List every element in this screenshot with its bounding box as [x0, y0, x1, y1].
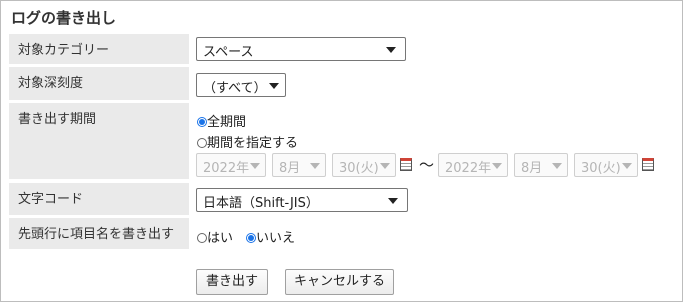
- period-option-all-label: 全期間: [207, 115, 247, 130]
- encoding-select[interactable]: 日本語（Shift-JIS）: [196, 188, 408, 212]
- header-row-option-yes-label: はい: [207, 231, 234, 246]
- chevron-down-icon: [269, 83, 279, 89]
- from-year-value: 2022年: [203, 161, 250, 176]
- chevron-down-icon: [492, 163, 502, 169]
- cancel-button[interactable]: キャンセルする: [285, 269, 394, 295]
- period-option-range[interactable]: 期間を指定する: [197, 132, 298, 151]
- from-day-select[interactable]: 30(火): [332, 153, 396, 177]
- date-range-separator: ～: [419, 156, 435, 174]
- page-title: ログの書き出し: [11, 9, 117, 27]
- chevron-down-icon: [310, 163, 320, 169]
- chevron-down-icon: [386, 47, 396, 53]
- to-month-value: 8月: [521, 161, 543, 176]
- category-select[interactable]: スペース: [196, 37, 406, 61]
- export-log-panel: ログの書き出し 対象カテゴリー スペース 対象深刻度 （すべて） 書き出す期間 …: [0, 0, 683, 302]
- encoding-select-value: 日本語（Shift-JIS）: [203, 196, 319, 211]
- to-day-value: 30(火): [581, 161, 621, 176]
- calendar-icon[interactable]: [400, 158, 412, 171]
- chevron-down-icon: [622, 163, 632, 169]
- radio-button[interactable]: [246, 233, 256, 243]
- from-year-select[interactable]: 2022年: [196, 153, 266, 177]
- chevron-down-icon: [552, 163, 562, 169]
- category-label: 対象カテゴリー: [9, 34, 189, 64]
- header-row-option-no-label: いいえ: [256, 231, 296, 246]
- to-month-select[interactable]: 8月: [514, 153, 568, 177]
- radio-button[interactable]: [197, 117, 207, 127]
- chevron-down-icon: [380, 163, 390, 169]
- export-button[interactable]: 書き出す: [196, 269, 268, 295]
- to-day-select[interactable]: 30(火): [574, 153, 638, 177]
- from-month-value: 8月: [279, 161, 301, 176]
- radio-button[interactable]: [197, 233, 207, 243]
- period-label: 書き出す期間: [9, 103, 189, 179]
- period-option-range-label: 期間を指定する: [207, 136, 299, 151]
- calendar-icon[interactable]: [642, 158, 654, 171]
- encoding-label: 文字コード: [9, 183, 189, 215]
- depth-select-value: （すべて）: [203, 81, 267, 96]
- header-row-label: 先頭行に項目名を書き出す: [9, 218, 189, 249]
- depth-label: 対象深刻度: [9, 67, 189, 100]
- from-month-select[interactable]: 8月: [272, 153, 326, 177]
- radio-button[interactable]: [197, 138, 207, 148]
- header-row-option-no[interactable]: いいえ: [246, 227, 295, 246]
- from-day-value: 30(火): [339, 161, 379, 176]
- header-row-option-yes[interactable]: はい: [197, 227, 233, 246]
- period-option-all[interactable]: 全期間: [197, 111, 246, 130]
- chevron-down-icon: [250, 163, 260, 169]
- chevron-down-icon: [388, 198, 398, 204]
- depth-select[interactable]: （すべて）: [196, 73, 286, 97]
- to-year-value: 2022年: [445, 161, 492, 176]
- category-select-value: スペース: [203, 45, 254, 60]
- to-year-select[interactable]: 2022年: [438, 153, 508, 177]
